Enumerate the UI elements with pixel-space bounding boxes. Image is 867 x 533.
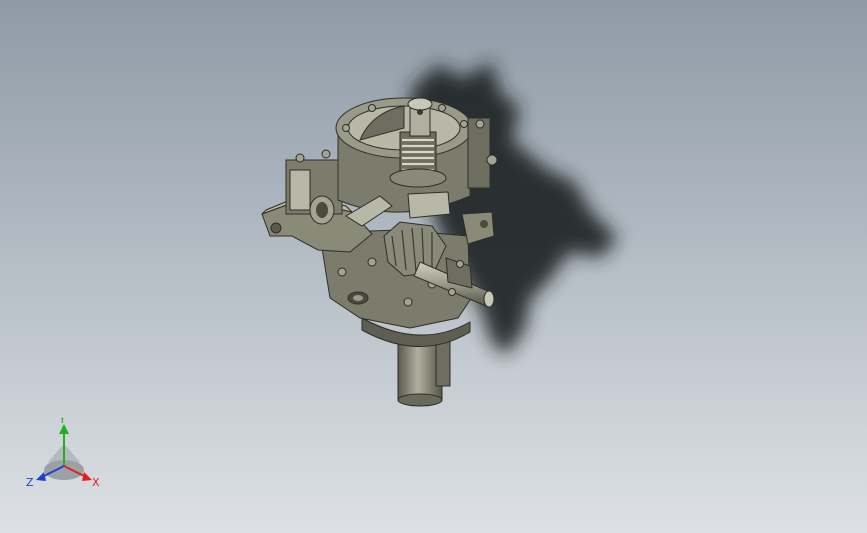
x-arrow-icon	[82, 472, 92, 481]
model-scene[interactable]	[0, 0, 867, 533]
vertical-output-shaft[interactable]	[397, 337, 451, 407]
x-axis-label: X	[92, 476, 100, 489]
graphics-viewport[interactable]: Y X Z	[0, 0, 867, 533]
y-axis-label: Y	[58, 418, 66, 426]
left-bearing-housing[interactable]	[285, 149, 343, 225]
orientation-triad[interactable]: Y X Z	[22, 418, 104, 492]
z-axis-label: Z	[26, 476, 34, 489]
top-clevis[interactable]	[407, 97, 433, 137]
z-arrow-icon	[36, 472, 46, 481]
